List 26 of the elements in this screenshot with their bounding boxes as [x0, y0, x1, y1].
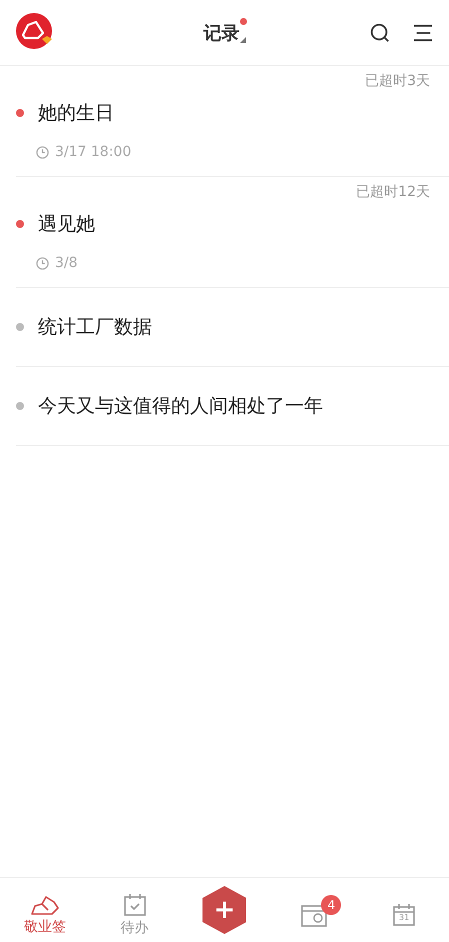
calendar-icon: [392, 903, 416, 927]
menu-icon[interactable]: [413, 24, 433, 42]
dropdown-corner-icon[interactable]: [240, 36, 246, 42]
app-logo[interactable]: [16, 12, 52, 48]
add-button[interactable]: +: [202, 886, 246, 934]
record-title[interactable]: 遇见她: [38, 211, 95, 237]
search-icon[interactable]: [369, 22, 391, 44]
notes-icon: [30, 894, 60, 916]
record-title[interactable]: 今天又与这值得的人间相处了一年: [38, 393, 323, 419]
clock-icon: [36, 256, 49, 270]
overdue-label: 已超时12天: [355, 183, 431, 201]
reminder-time: 3/8: [55, 255, 78, 271]
checked-calendar-icon: [122, 893, 147, 917]
count-badge: 4: [321, 895, 342, 915]
tab-label: 敬业签: [24, 918, 66, 936]
record-title[interactable]: 统计工厂数据: [38, 314, 152, 340]
schedule-icon: [301, 903, 328, 927]
record-title[interactable]: 她的生日: [38, 100, 114, 126]
page-title[interactable]: 记录: [204, 20, 240, 44]
reminder-time: 3/17 18:00: [55, 144, 132, 160]
tab[interactable]: 4: [269, 893, 360, 927]
tab[interactable]: 敬业签: [0, 884, 90, 936]
tab-label: 待办: [120, 919, 149, 937]
calendar-day: 31: [392, 913, 416, 922]
clock-icon: [36, 146, 49, 158]
overdue-label: 已超时3天: [364, 72, 431, 90]
